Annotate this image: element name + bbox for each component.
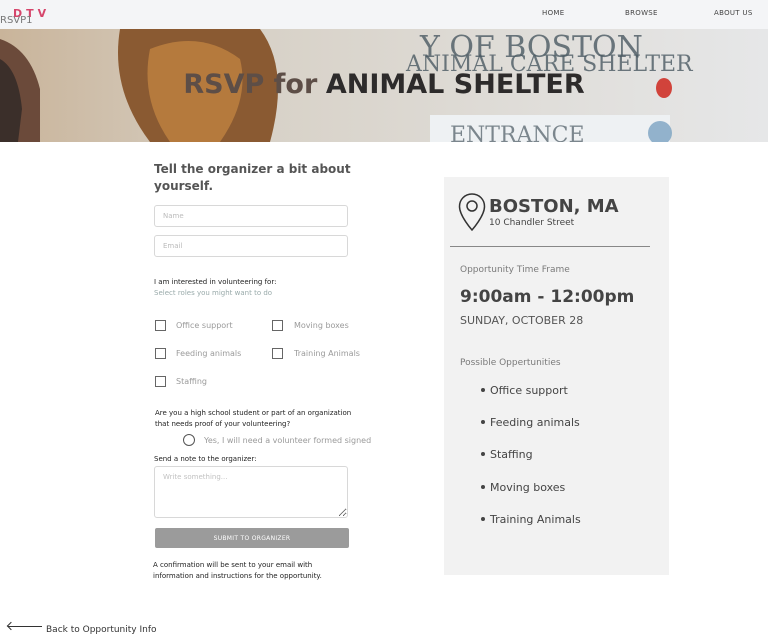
nav-about-link[interactable]: ABOUT US	[714, 9, 753, 17]
divider	[450, 246, 650, 247]
bullet-icon	[481, 485, 485, 489]
top-nav: DTV RSVP1 HOME BROWSE ABOUT US	[0, 0, 768, 29]
location-pin-icon	[458, 193, 486, 231]
training-animals-label: Training Animals	[294, 349, 360, 358]
proof-radio[interactable]	[183, 434, 195, 446]
opportunity-item: Feeding animals	[481, 416, 580, 429]
opportunities-label: Possible Oppertunities	[460, 358, 561, 368]
bullet-icon	[481, 388, 485, 392]
interest-label: I am interested in volunteering for:	[154, 278, 277, 286]
proof-radio-label: Yes, I will need a volunteer formed sign…	[204, 436, 372, 445]
confirmation-text: A confirmation will be sent to your emai…	[153, 561, 322, 580]
moving-boxes-checkbox[interactable]	[272, 320, 283, 331]
back-link[interactable]: Back to Opportunity Info	[8, 625, 157, 635]
location-city: BOSTON, MA	[489, 196, 619, 217]
nav-browse-link[interactable]: BROWSE	[625, 9, 658, 17]
time-frame: 9:00am - 12:00pm	[460, 287, 635, 307]
training-animals-checkbox[interactable]	[272, 348, 283, 359]
tab-title: RSVP1	[0, 15, 33, 26]
bullet-icon	[481, 517, 485, 521]
location-street: 10 Chandler Street	[489, 218, 575, 228]
staffing-checkbox[interactable]	[155, 376, 166, 387]
office-support-label: Office support	[176, 321, 233, 330]
page: DTV RSVP1 HOME BROWSE ABOUT US Y OF BOST…	[0, 0, 768, 644]
email-input[interactable]	[154, 235, 348, 257]
office-support-checkbox[interactable]	[155, 320, 166, 331]
name-input[interactable]	[154, 205, 348, 227]
note-textarea[interactable]	[154, 466, 348, 518]
event-date: SUNDAY, OCTOBER 28	[460, 314, 584, 327]
opportunity-item: Moving boxes	[481, 481, 565, 494]
back-arrow-icon	[8, 626, 42, 627]
opportunity-item: Staffing	[481, 448, 533, 461]
sign-line-3: ENTRANCE	[450, 123, 585, 142]
proof-question: Are you a high school student or part of…	[155, 409, 352, 428]
nav-home-link[interactable]: HOME	[542, 9, 564, 17]
title-part-2: ANIMAL SHELTER	[325, 69, 585, 100]
feeding-animals-label: Feeding animals	[176, 349, 242, 358]
title-part-1: RSVP for	[183, 69, 318, 100]
page-title: RSVP for ANIMAL SHELTER	[0, 69, 768, 100]
moving-boxes-label: Moving boxes	[294, 321, 349, 330]
note-label: Send a note to the organizer:	[154, 455, 257, 463]
bullet-icon	[481, 452, 485, 456]
interest-hint: Select roles you might want to do	[154, 289, 273, 297]
opportunity-item: Office support	[481, 384, 568, 397]
time-frame-label: Opportunity Time Frame	[460, 265, 570, 275]
submit-button[interactable]: SUBMIT TO ORGANIZER	[155, 528, 349, 548]
opportunity-details-card: BOSTON, MA 10 Chandler Street Opportunit…	[444, 177, 669, 575]
form-heading: Tell the organizer a bit about yourself.	[154, 162, 351, 193]
bullet-icon	[481, 420, 485, 424]
staffing-label: Staffing	[176, 377, 207, 386]
feeding-animals-checkbox[interactable]	[155, 348, 166, 359]
back-link-label: Back to Opportunity Info	[46, 625, 157, 635]
opportunity-item: Training Animals	[481, 513, 581, 526]
hero-banner: Y OF BOSTON ANIMAL CARE SHELTER ENTRANCE…	[0, 29, 768, 142]
